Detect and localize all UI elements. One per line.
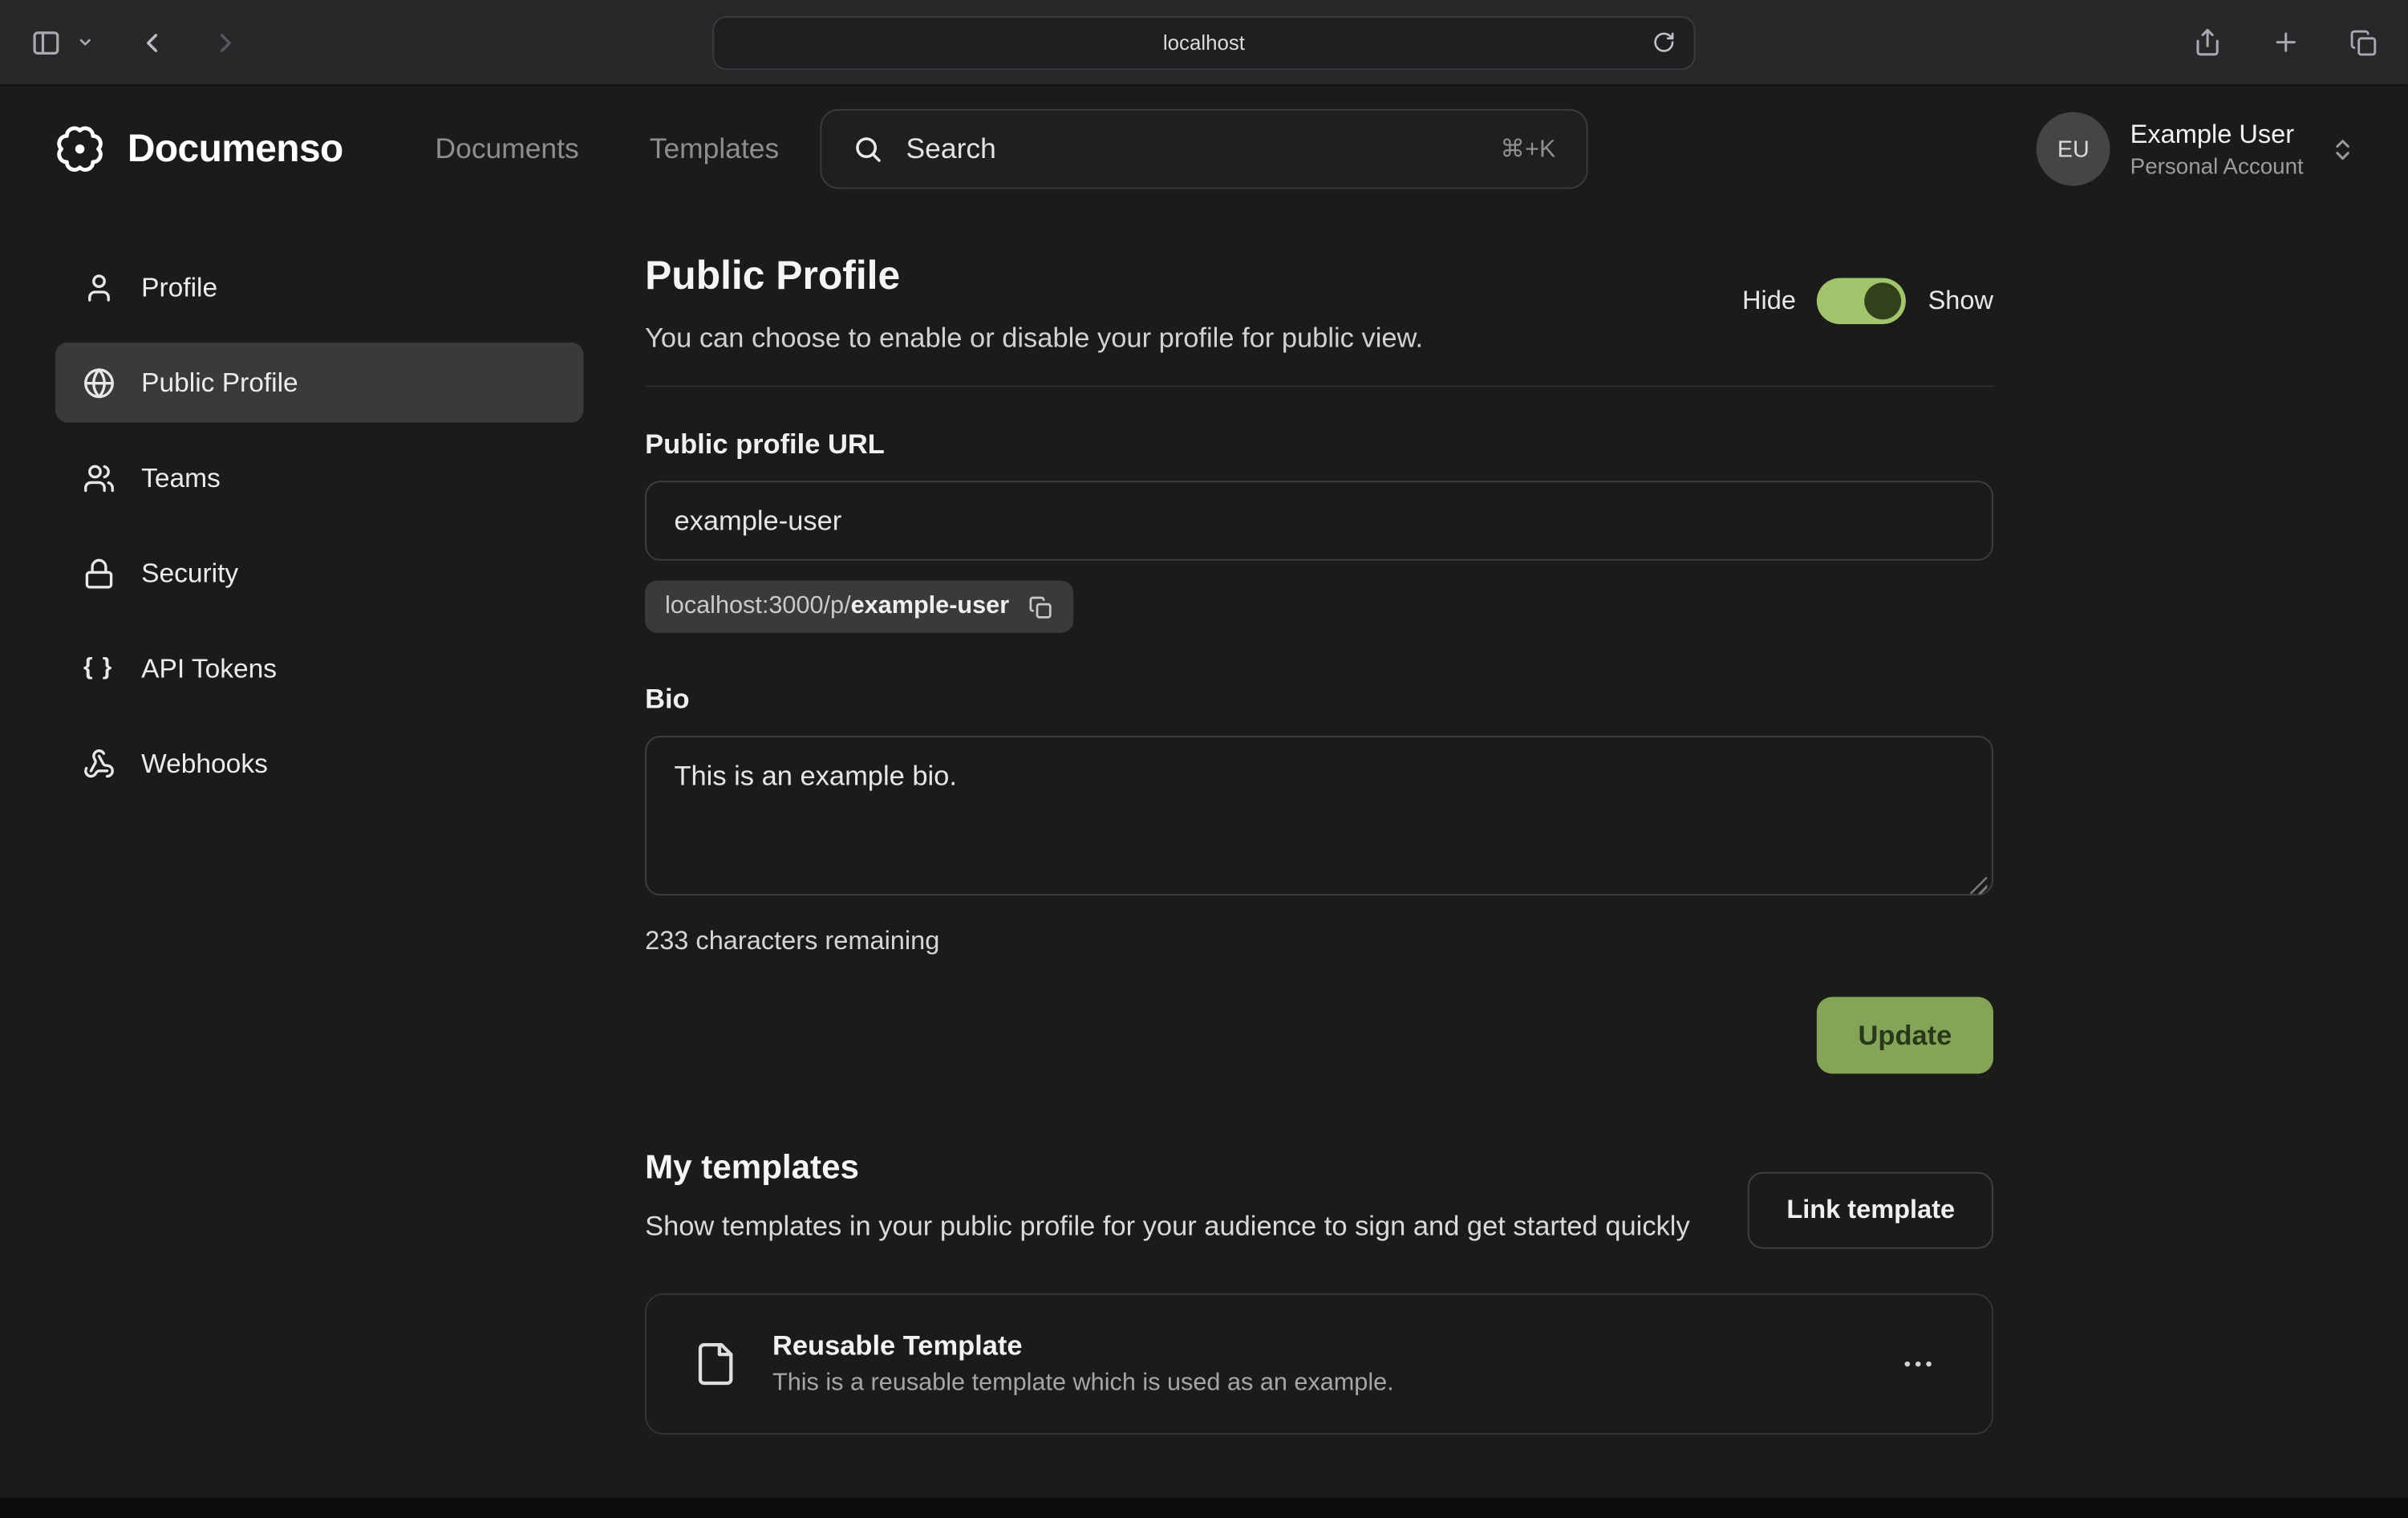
sidebar-item-webhooks[interactable]: Webhooks [55,724,584,804]
braces-icon: { } [83,655,113,682]
sidebar-item-label: Security [141,557,238,589]
panel-left-icon [30,27,61,58]
sidebar-item-label: Profile [141,271,217,303]
webhook-icon [82,747,114,779]
my-templates-section: My templates Show templates in your publ… [645,1144,1993,1435]
user-icon [82,271,114,303]
chevron-left-icon [136,27,167,58]
section-divider [645,386,1993,388]
template-name: Reusable Template [772,1330,1394,1362]
browser-toolbar: localhost [0,0,2408,86]
bio-textarea[interactable]: This is an example bio. [645,736,1993,895]
template-card: Reusable Template This is a reusable tem… [645,1293,1993,1435]
characters-remaining: 233 characters remaining [645,925,1993,959]
update-button[interactable]: Update [1817,997,1993,1074]
sidebar-item-api-tokens[interactable]: { } API Tokens [55,628,584,708]
sidebar-item-security[interactable]: Security [55,533,584,613]
copy-icon [1028,594,1054,620]
settings-page: Profile Public Profile Teams Security { … [0,212,2408,1435]
documenso-app: Documenso Documents Templates Search ⌘+K… [0,86,2408,1435]
share-button[interactable] [2187,22,2228,63]
address-bar-url: localhost [1163,30,1245,54]
user-account-type: Personal Account [2130,154,2304,179]
link-template-button[interactable]: Link template [1748,1172,1993,1249]
profile-visibility-toggle[interactable] [1818,278,1907,324]
share-icon [2193,27,2222,56]
sidebar-menu-button[interactable] [77,34,94,51]
sidebar-item-label: API Tokens [141,652,277,684]
chevrons-up-down-icon [2329,136,2356,162]
user-name: Example User [2130,119,2304,149]
profile-url-copy-button[interactable]: localhost:3000/p/example-user [645,581,1073,633]
reload-button[interactable] [1652,30,1676,54]
brand-logo[interactable]: Documenso [52,121,343,177]
chevron-down-icon [77,34,94,51]
main-nav: Documents Templates [436,132,780,166]
file-icon [692,1341,738,1386]
sidebar-item-public-profile[interactable]: Public Profile [55,343,584,423]
search-icon [853,134,883,164]
sidebar-item-profile[interactable]: Profile [55,247,584,327]
sidebar-item-label: Public Profile [141,367,298,399]
tab-overview-button[interactable] [2344,22,2384,63]
search-shortcut: ⌘+K [1500,134,1555,164]
lock-icon [82,557,114,589]
plus-icon [2272,27,2301,56]
new-tab-button[interactable] [2265,22,2307,63]
settings-sidebar: Profile Public Profile Teams Security { … [55,247,584,1435]
nav-documents[interactable]: Documents [436,132,579,166]
bio-label: Bio [645,682,1993,716]
back-button[interactable] [131,21,174,64]
reload-icon [1652,30,1676,54]
search-placeholder: Search [906,132,996,166]
templates-title: My templates [645,1144,1690,1190]
avatar: EU [2037,112,2110,186]
sidebar-toggle-button[interactable] [25,21,68,64]
template-description: This is a reusable template which is use… [772,1370,1394,1398]
browser-window: localhost Documenso [0,0,2408,1518]
profile-visibility-control: Hide Show [1742,278,1993,324]
templates-description: Show templates in your public profile fo… [645,1206,1690,1246]
users-icon [82,461,114,493]
sidebar-item-label: Teams [141,461,221,493]
window-bottom-edge [0,1498,2408,1518]
globe-icon [82,367,114,399]
chevron-right-icon [210,27,241,58]
address-bar[interactable]: localhost [712,15,1695,69]
profile-url-preview: localhost:3000/p/example-user [665,593,1009,620]
search-input[interactable]: Search ⌘+K [820,109,1587,189]
profile-url-label: Public profile URL [645,427,1993,461]
nav-templates[interactable]: Templates [650,132,779,166]
toggle-on-label: Show [1928,286,1993,316]
profile-url-input[interactable] [645,481,1993,561]
main-content: Public Profile You can choose to enable … [645,247,1993,1435]
page-title: Public Profile [645,247,1423,302]
more-horizontal-icon [1899,1346,1936,1382]
forward-button[interactable] [205,21,248,64]
tabs-icon [2349,28,2377,55]
sidebar-item-teams[interactable]: Teams [55,438,584,518]
app-header: Documenso Documents Templates Search ⌘+K… [0,86,2408,212]
template-more-button[interactable] [1891,1337,1946,1392]
brand-name: Documenso [128,127,343,172]
toggle-off-label: Hide [1742,286,1796,316]
page-subtitle: You can choose to enable or disable your… [645,321,1423,355]
toggle-thumb [1865,282,1902,319]
sidebar-item-label: Webhooks [141,747,268,779]
documenso-logo-icon [52,121,107,177]
user-menu-button[interactable]: EU Example User Personal Account [2037,112,2356,186]
